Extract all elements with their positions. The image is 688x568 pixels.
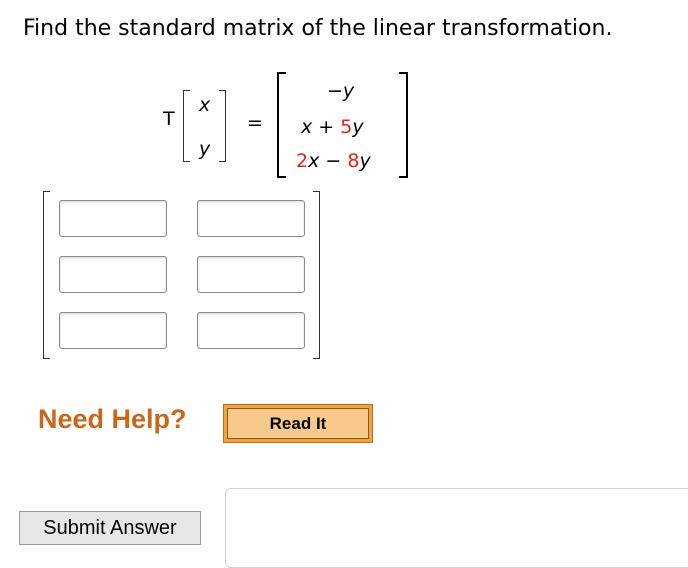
output-bracket-left bbox=[277, 72, 286, 178]
output-bracket-right bbox=[399, 72, 408, 178]
plus-sign: + bbox=[318, 116, 335, 138]
matrix-cell-1-2[interactable] bbox=[197, 200, 305, 237]
var-y: y bbox=[352, 116, 364, 138]
matrix-bracket-right bbox=[313, 191, 320, 359]
read-it-label: Read It bbox=[227, 408, 369, 439]
input-bracket-right bbox=[219, 90, 226, 162]
matrix-cell-2-2[interactable] bbox=[197, 256, 305, 293]
matrix-cell-1-1[interactable] bbox=[59, 200, 167, 237]
minus-sign: − bbox=[327, 80, 343, 102]
output-row-1: −y bbox=[327, 80, 354, 102]
coefficient: 5 bbox=[340, 116, 353, 138]
need-help-label: Need Help? bbox=[38, 404, 187, 434]
read-it-button[interactable]: Read It bbox=[223, 404, 373, 443]
input-bracket-left bbox=[183, 90, 190, 162]
output-row-3: 2x − 8y bbox=[296, 150, 371, 172]
var-x: x bbox=[308, 150, 320, 172]
minus-sign: − bbox=[325, 150, 342, 172]
var-y: y bbox=[342, 80, 355, 102]
matrix-cell-2-1[interactable] bbox=[59, 256, 167, 293]
matrix-cell-3-2[interactable] bbox=[197, 312, 305, 349]
input-y: y bbox=[199, 138, 211, 160]
var-y: y bbox=[359, 150, 371, 172]
matrix-cell-3-1[interactable] bbox=[59, 312, 167, 349]
function-name: T bbox=[163, 108, 175, 130]
coefficient: 8 bbox=[347, 150, 360, 172]
equals-sign: = bbox=[247, 112, 263, 134]
var-x: x bbox=[301, 116, 313, 138]
matrix-bracket-left bbox=[43, 191, 50, 359]
input-x: x bbox=[199, 94, 211, 116]
question-prompt: Find the standard matrix of the linear t… bbox=[23, 16, 613, 41]
coefficient: 2 bbox=[296, 150, 309, 172]
submit-answer-button[interactable]: Submit Answer bbox=[19, 511, 201, 545]
side-panel bbox=[225, 488, 688, 568]
output-row-2: x + 5y bbox=[301, 116, 364, 138]
